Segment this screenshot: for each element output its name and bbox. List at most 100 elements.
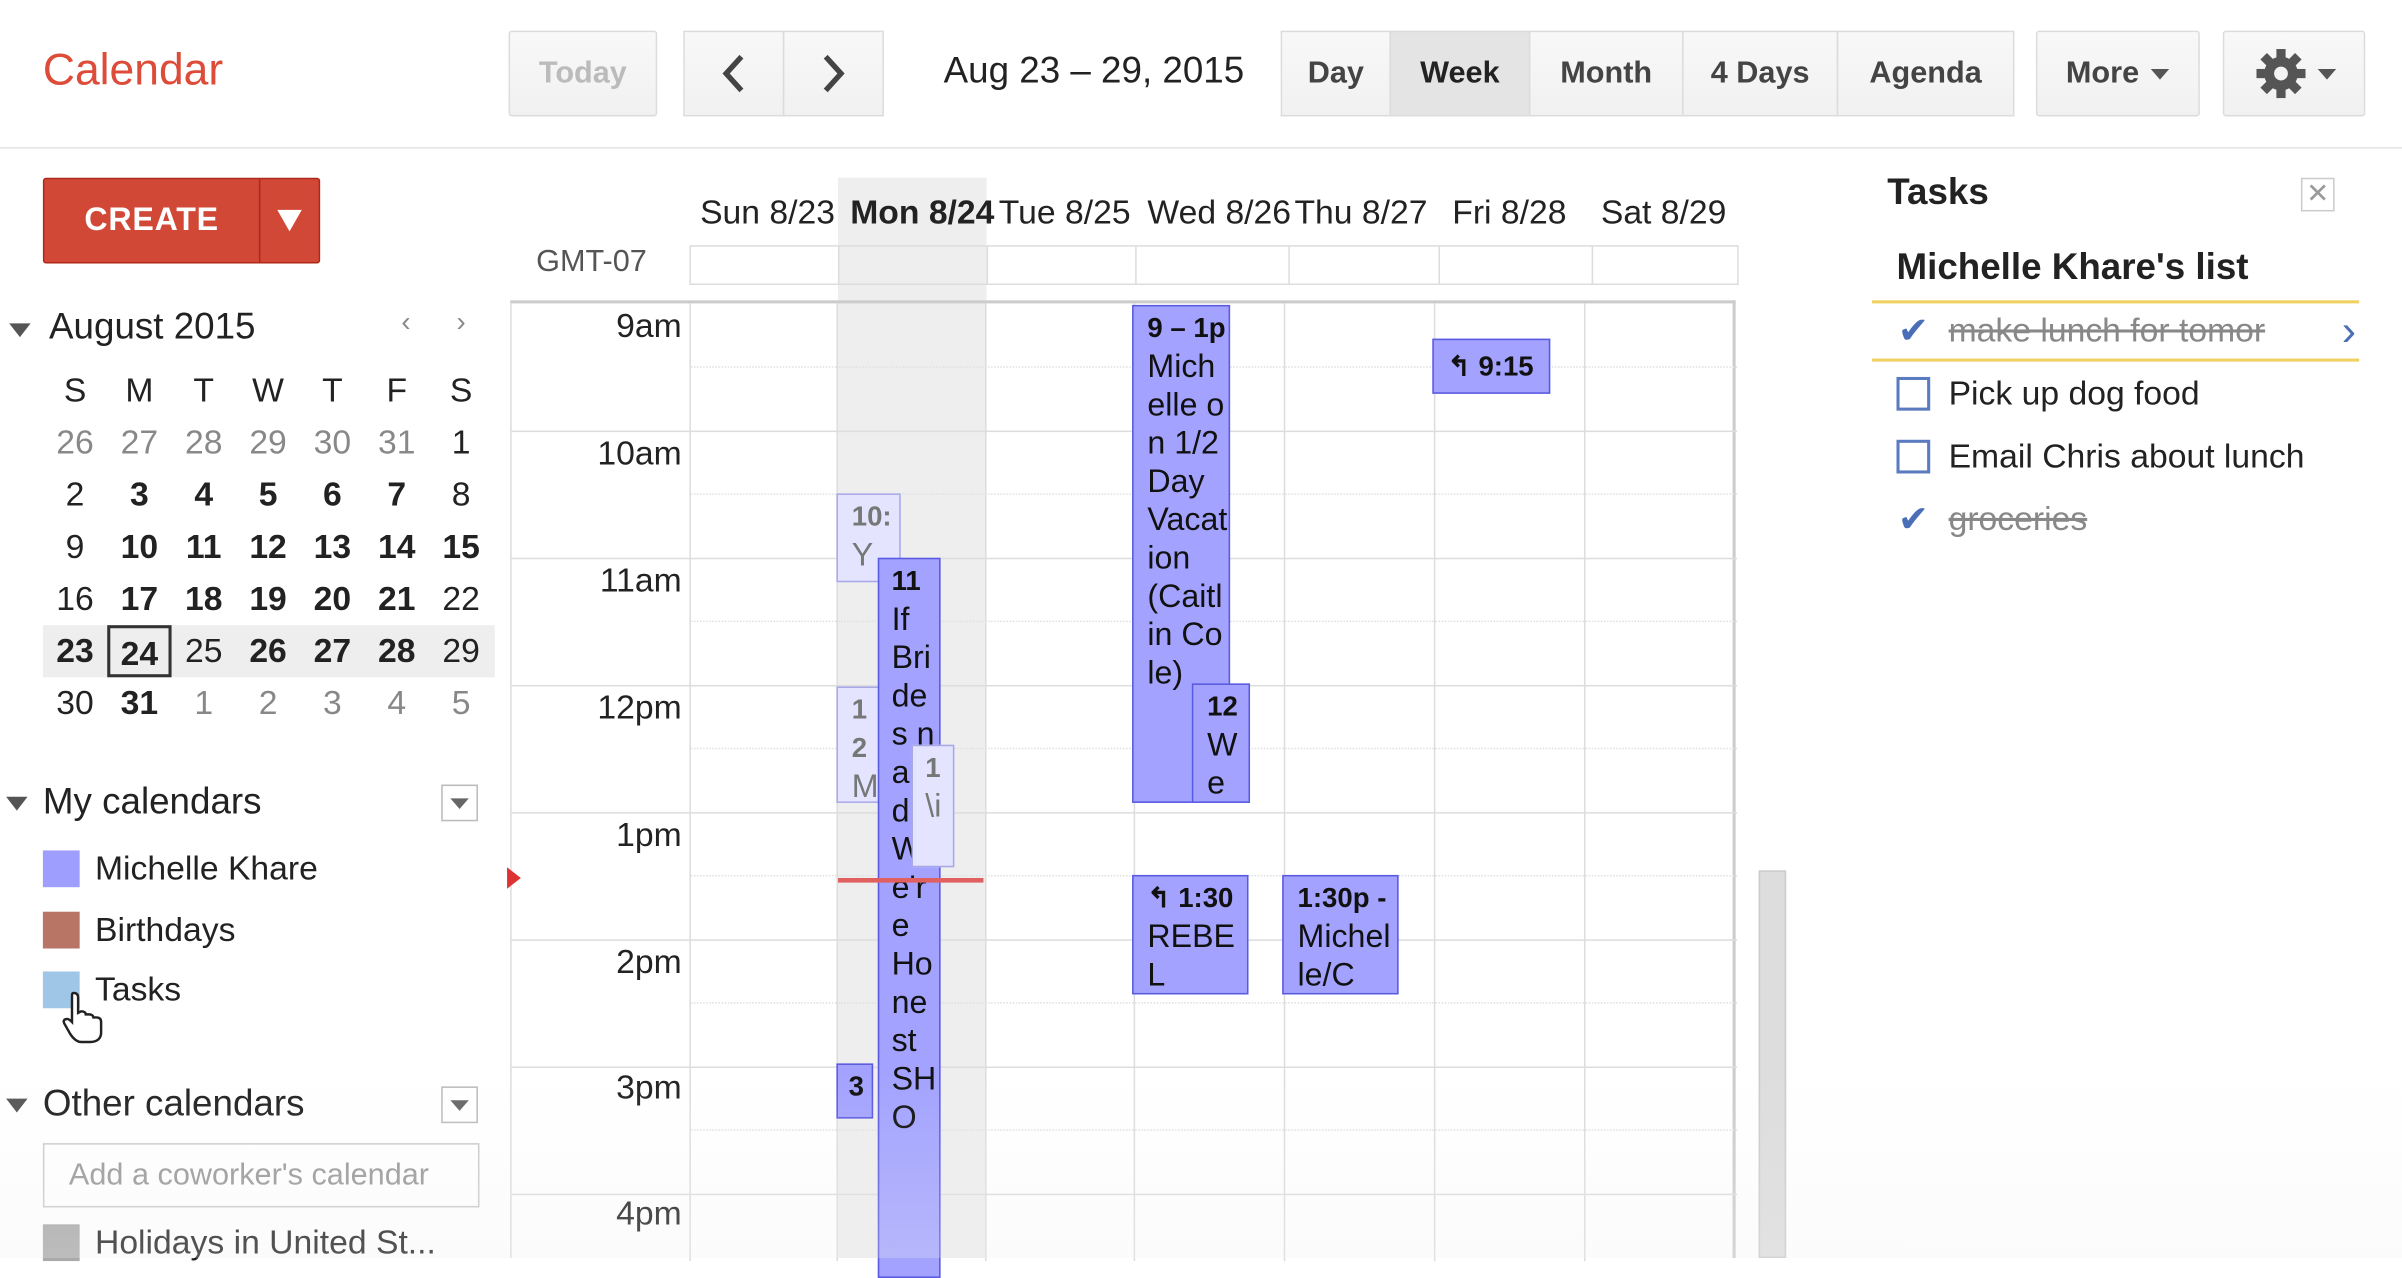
task-item[interactable]: Pick up dog food [1872, 363, 2359, 424]
mini-day[interactable]: 2 [43, 469, 107, 521]
checkmark-icon[interactable]: ✔ [1896, 309, 1930, 353]
calendar-event[interactable]: 12 We [1191, 683, 1251, 803]
mini-day[interactable]: 25 [172, 625, 236, 677]
day-header[interactable]: Tue 8/25 [999, 193, 1131, 233]
view-day-button[interactable]: Day [1280, 30, 1391, 117]
day-header[interactable]: Thu 8/27 [1294, 193, 1427, 233]
mini-day[interactable]: 31 [107, 677, 171, 729]
calendar-event[interactable]: 12 Mo [836, 686, 883, 803]
chevron-right-icon[interactable]: › [2342, 306, 2356, 355]
mini-day[interactable]: 26 [43, 417, 107, 469]
mini-prev-month-icon[interactable]: ‹ [401, 306, 410, 338]
mini-day[interactable]: 27 [107, 417, 171, 469]
mini-day[interactable]: 26 [236, 625, 300, 677]
mini-day[interactable]: 29 [429, 625, 493, 677]
mini-day[interactable]: 5 [236, 469, 300, 521]
day-header[interactable]: Sun 8/23 [700, 193, 835, 233]
mini-day[interactable]: 19 [236, 573, 300, 625]
day-header[interactable]: Fri 8/28 [1452, 193, 1566, 233]
mini-day[interactable]: 13 [300, 521, 364, 573]
collapse-my-calendars-icon[interactable] [6, 796, 28, 811]
calendar-event[interactable]: 3p [836, 1063, 874, 1119]
mini-day[interactable]: 4 [365, 677, 429, 729]
more-button[interactable]: More [2035, 30, 2200, 117]
task-label[interactable]: make lunch for tomor [1949, 311, 2266, 351]
mini-day[interactable]: 7 [365, 469, 429, 521]
calendar-event[interactable]: 11 If Brides n and We're Honest SHO [877, 557, 941, 1278]
mini-day[interactable]: 17 [107, 573, 171, 625]
create-event-button[interactable]: CREATE [42, 177, 321, 264]
view-week-button[interactable]: Week [1389, 30, 1531, 117]
next-period-button[interactable] [782, 30, 884, 117]
mini-day[interactable]: 15 [429, 521, 493, 573]
mini-day[interactable]: 20 [300, 573, 364, 625]
mini-day[interactable]: 5 [429, 677, 493, 729]
mini-day[interactable]: 27 [300, 625, 364, 677]
mini-day[interactable]: 30 [43, 677, 107, 729]
calendar-color-swatch[interactable] [42, 1224, 80, 1262]
calendar-item-holidays[interactable]: Holidays in United St... [42, 1220, 436, 1266]
mini-day-today[interactable]: 24 [107, 625, 172, 678]
mini-day[interactable]: 14 [365, 521, 429, 573]
mini-day[interactable]: 1 [429, 417, 493, 469]
view-4days-button[interactable]: 4 Days [1682, 30, 1839, 117]
prev-period-button[interactable] [683, 30, 785, 117]
task-item[interactable]: Email Chris about lunch [1872, 426, 2359, 487]
settings-button[interactable] [2222, 30, 2366, 117]
mini-day[interactable]: 29 [236, 417, 300, 469]
calendar-event[interactable]: ↰ 9:15 [1432, 338, 1551, 394]
calendar-event[interactable]: ↰ 1:30 REBEL [1132, 874, 1249, 995]
mini-day[interactable]: 3 [300, 677, 364, 729]
calendar-color-swatch[interactable] [42, 850, 80, 888]
close-icon[interactable]: ✕ [2300, 177, 2335, 212]
day-header-current[interactable]: Mon 8/24 [850, 193, 994, 233]
calendar-event[interactable]: 1:30p - Michelle/C [1282, 874, 1399, 995]
task-label[interactable]: Pick up dog food [1949, 374, 2200, 414]
task-label[interactable]: Email Chris about lunch [1949, 437, 2305, 477]
mini-day[interactable]: 8 [429, 469, 493, 521]
all-day-row[interactable] [689, 245, 1739, 286]
view-month-button[interactable]: Month [1528, 30, 1684, 117]
mini-day[interactable]: 28 [172, 417, 236, 469]
week-time-grid[interactable] [510, 300, 1738, 1262]
task-checkbox[interactable] [1896, 439, 1931, 474]
mini-day[interactable]: 12 [236, 521, 300, 573]
mini-day[interactable]: 18 [172, 573, 236, 625]
mini-day[interactable]: 23 [43, 625, 107, 677]
other-calendars-menu-button[interactable] [441, 1086, 478, 1124]
calendar-color-swatch[interactable] [42, 911, 80, 949]
my-calendars-title[interactable]: My calendars [43, 781, 262, 824]
other-calendars-title[interactable]: Other calendars [43, 1083, 305, 1126]
mini-day[interactable]: 4 [172, 469, 236, 521]
mini-day[interactable]: 22 [429, 573, 493, 625]
calendar-item-birthdays[interactable]: Birthdays [42, 907, 235, 953]
mini-day[interactable]: 16 [43, 573, 107, 625]
view-agenda-button[interactable]: Agenda [1836, 30, 2015, 117]
add-coworker-calendar-input[interactable]: Add a coworker's calendar [42, 1143, 480, 1208]
mini-day[interactable]: 10 [107, 521, 171, 573]
mini-day[interactable]: 1 [172, 677, 236, 729]
mini-day[interactable]: 28 [365, 625, 429, 677]
task-label[interactable]: groceries [1949, 500, 2088, 540]
mini-day[interactable]: 21 [365, 573, 429, 625]
my-calendars-menu-button[interactable] [441, 784, 478, 822]
collapse-other-calendars-icon[interactable] [6, 1098, 28, 1113]
task-list-name[interactable]: Michelle Khare's list [1896, 247, 2248, 290]
collapse-mini-calendar-icon[interactable] [9, 323, 31, 338]
task-item[interactable]: ✔ groceries [1872, 489, 2359, 550]
mini-day[interactable]: 6 [300, 469, 364, 521]
mini-day[interactable]: 2 [236, 677, 300, 729]
day-header[interactable]: Wed 8/26 [1147, 193, 1291, 233]
task-checkbox[interactable] [1896, 376, 1931, 411]
today-button[interactable]: Today [508, 30, 658, 117]
day-header[interactable]: Sat 8/29 [1601, 193, 1727, 233]
calendar-item-michelle[interactable]: Michelle Khare [42, 846, 318, 892]
mini-day[interactable]: 3 [107, 469, 171, 521]
task-item[interactable]: ✔ make lunch for tomor › [1871, 300, 2360, 362]
mini-day[interactable]: 11 [172, 521, 236, 573]
calendar-event[interactable]: 1 \i [911, 744, 955, 868]
mini-next-month-icon[interactable]: › [457, 306, 466, 338]
mini-day[interactable]: 9 [43, 521, 107, 573]
mini-day[interactable]: 31 [365, 417, 429, 469]
grid-scrollbar[interactable] [1758, 870, 1787, 1259]
